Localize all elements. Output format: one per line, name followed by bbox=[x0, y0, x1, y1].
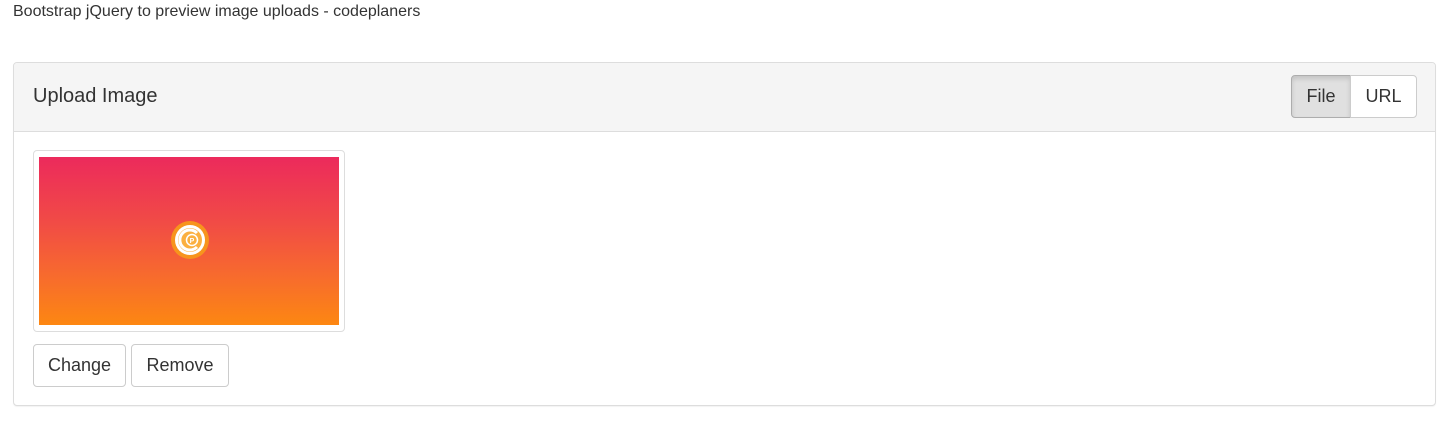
source-toggle-group: File URL bbox=[1291, 75, 1417, 118]
svg-text:P: P bbox=[190, 238, 195, 245]
url-toggle-button[interactable]: URL bbox=[1350, 75, 1417, 118]
page-title: Bootstrap jQuery to preview image upload… bbox=[13, 3, 421, 20]
change-button[interactable]: Change bbox=[33, 344, 126, 387]
panel-title: Upload Image bbox=[33, 85, 158, 107]
panel-heading: Upload Image File URL bbox=[14, 63, 1435, 132]
codeplaners-logo-icon: P bbox=[171, 221, 209, 259]
upload-image-panel: Upload Image File URL P Change Remove bbox=[13, 62, 1436, 406]
file-toggle-button[interactable]: File bbox=[1291, 75, 1351, 118]
image-thumbnail: P bbox=[33, 150, 345, 332]
preview-image: P bbox=[39, 157, 339, 325]
remove-button[interactable]: Remove bbox=[131, 344, 229, 387]
